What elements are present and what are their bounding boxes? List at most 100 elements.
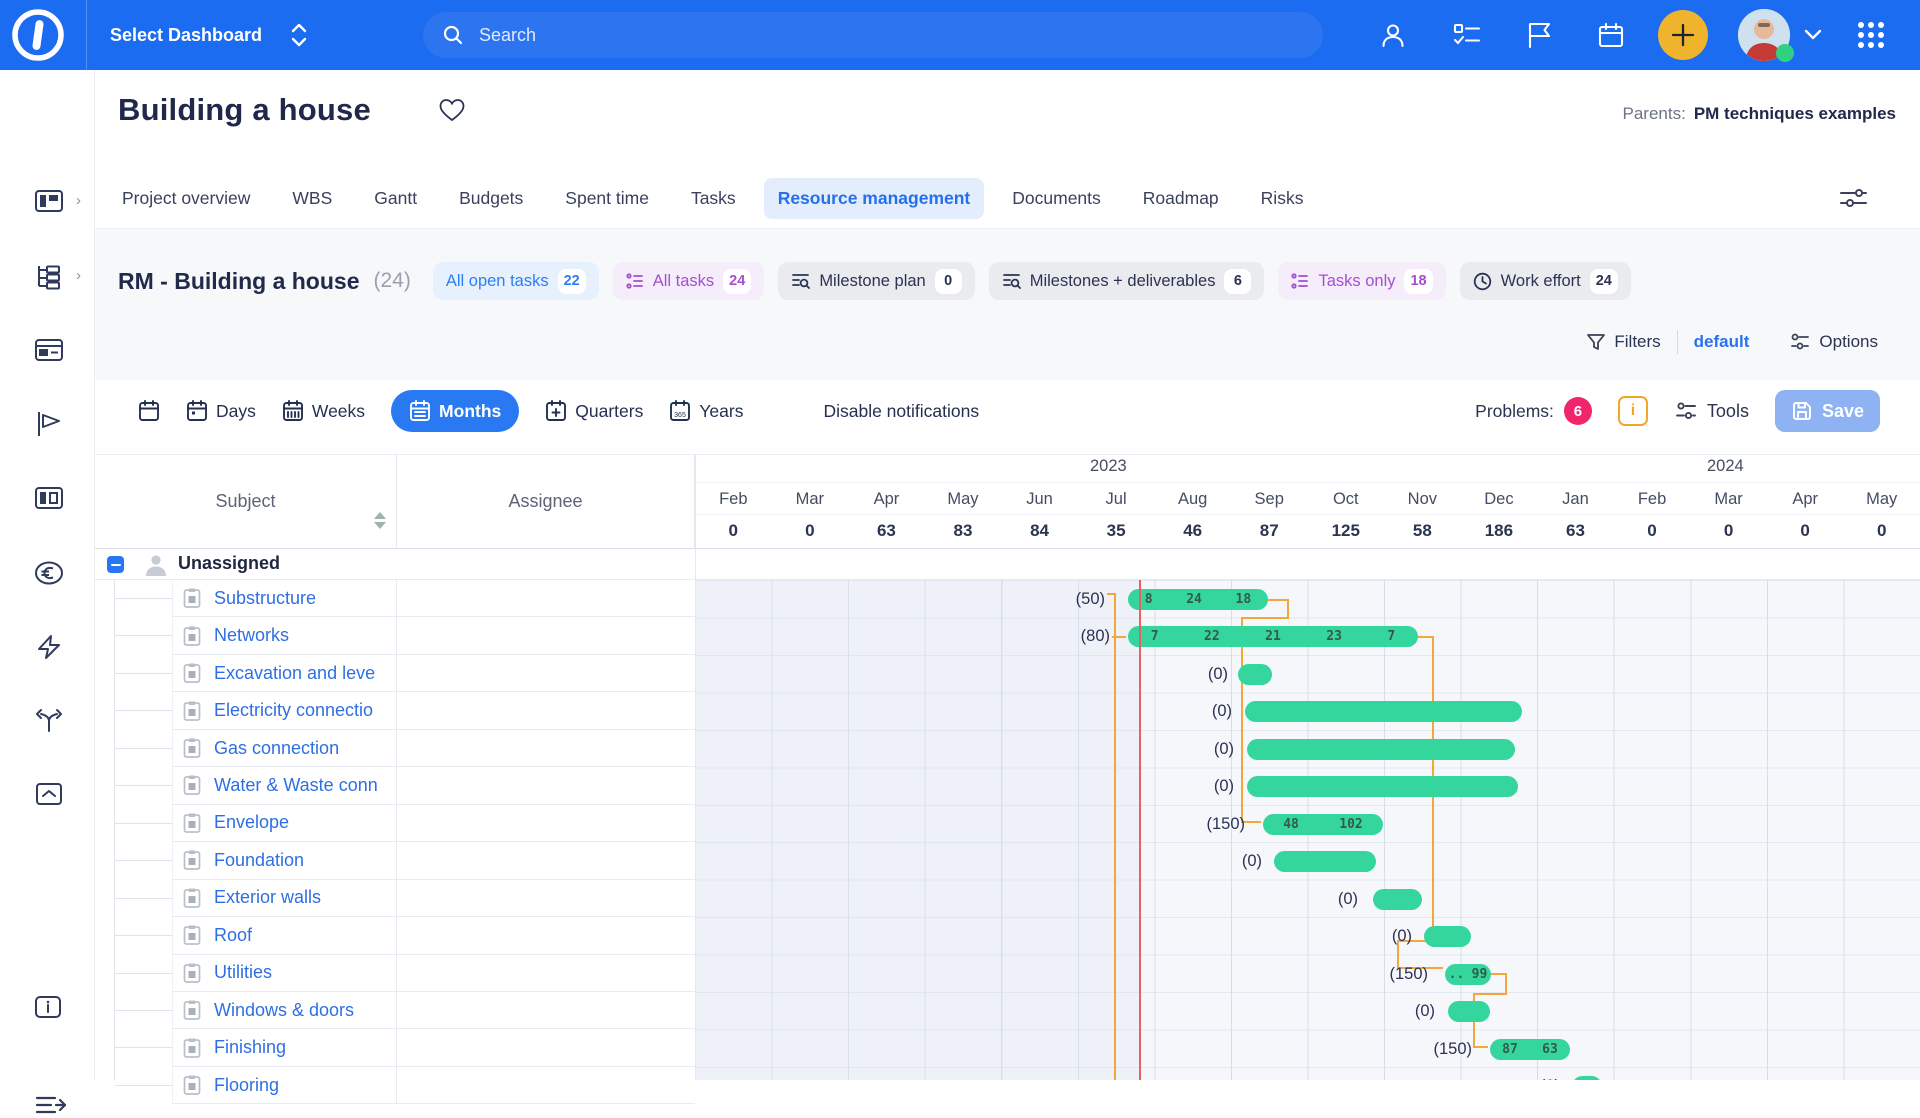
board-icon[interactable] [34,338,64,362]
column-header-subject[interactable]: Subject [95,455,397,549]
options-button[interactable]: Options [1789,332,1878,352]
assignee-cell[interactable] [397,580,695,617]
gantt-bar[interactable] [1373,889,1422,910]
chip-all-tasks[interactable]: All tasks 24 [613,262,765,300]
tab-roadmap[interactable]: Roadmap [1129,178,1233,219]
resource-panel-icon[interactable] [34,485,64,511]
task-link[interactable]: Windows & doors [214,1000,354,1021]
chip-milestone-plan[interactable]: Milestone plan 0 [778,262,974,300]
calendar-scale-icon[interactable] [138,390,160,432]
gantt-bar[interactable] [1238,664,1272,685]
gantt-bar[interactable]: 8 24 18 [1128,589,1268,610]
filter-default-link[interactable]: default [1694,332,1750,352]
budget-euro-icon[interactable] [34,558,64,588]
task-link[interactable]: Flooring [214,1075,279,1096]
assignee-cell[interactable] [397,617,695,654]
assignee-cell[interactable] [397,955,695,992]
task-link[interactable]: Gas connection [214,738,339,759]
apps-grid-icon[interactable] [1856,0,1886,70]
gantt-bar[interactable]: 48 102 [1263,814,1383,835]
task-link[interactable]: Utilities [214,962,272,983]
assignee-cell[interactable] [397,880,695,917]
task-link[interactable]: Foundation [214,850,304,871]
gantt-bar[interactable] [1572,1076,1602,1080]
collapse-sidebar-icon[interactable] [34,1092,68,1118]
gantt-bar[interactable] [1448,1001,1490,1022]
gantt-bar[interactable] [1245,701,1522,722]
scale-weeks-button[interactable]: Weeks [282,390,365,432]
gantt-bar[interactable]: 87 63 [1490,1039,1570,1060]
tabs-settings-icon[interactable] [1838,185,1868,211]
gantt-bar[interactable]: 7 22 21 23 7 [1128,626,1418,647]
app-logo-icon[interactable] [9,6,67,64]
assignee-cell[interactable] [397,730,695,767]
assignee-cell[interactable] [397,1029,695,1066]
tab-wbs[interactable]: WBS [278,178,346,219]
assignee-cell[interactable] [397,767,695,804]
task-link[interactable]: Networks [214,625,289,646]
task-link[interactable]: Finishing [214,1037,286,1058]
gantt-bar[interactable] [1247,739,1515,760]
workflow-split-icon[interactable] [34,708,64,734]
task-link[interactable]: Exterior walls [214,887,321,908]
favorite-heart-icon[interactable] [438,97,466,123]
search-input[interactable] [479,25,1259,46]
tab-budgets[interactable]: Budgets [445,178,537,219]
tab-spent-time[interactable]: Spent time [551,178,663,219]
search-bar[interactable] [423,12,1323,58]
quick-actions-icon[interactable] [34,633,64,661]
assignee-cell[interactable] [397,917,695,954]
sort-arrows[interactable] [374,512,386,529]
gantt-bar[interactable] [1247,776,1518,797]
assignee-cell[interactable] [397,842,695,879]
assignee-cell[interactable] [397,655,695,692]
chip-work-effort[interactable]: Work effort 24 [1460,262,1631,300]
chip-all-open-tasks[interactable]: All open tasks 22 [433,262,599,300]
archive-up-icon[interactable] [34,782,64,806]
scale-years-button[interactable]: 365 Years [669,390,743,432]
parents-link[interactable]: PM techniques examples [1694,104,1896,123]
chip-tasks-only[interactable]: Tasks only 18 [1278,262,1445,300]
milestone-flag-icon[interactable] [34,410,64,438]
task-link[interactable]: Substructure [214,588,316,609]
disable-notifications-link[interactable]: Disable notifications [823,401,979,422]
assignee-cell[interactable] [397,692,695,729]
tab-risks[interactable]: Risks [1247,178,1318,219]
column-header-assignee[interactable]: Assignee [397,455,695,549]
gantt-bar[interactable] [1424,926,1471,947]
assignee-cell[interactable] [397,805,695,842]
task-link[interactable]: Electricity connectio [214,700,373,721]
collapse-group-button[interactable] [107,556,124,573]
calendar-icon[interactable] [1597,0,1625,70]
modules-icon[interactable] [34,188,64,214]
tab-tasks[interactable]: Tasks [677,178,750,219]
modules-expand-chevron[interactable]: › [76,192,81,209]
tab-project-overview[interactable]: Project overview [108,178,264,219]
scale-days-button[interactable]: Days [186,390,256,432]
user-icon[interactable] [1379,0,1407,70]
chip-milestones-deliverables[interactable]: Milestones + deliverables 6 [989,262,1265,300]
task-link[interactable]: Roof [214,925,252,946]
info-icon[interactable] [34,995,62,1019]
tab-gantt[interactable]: Gantt [360,178,431,219]
flag-icon[interactable] [1526,0,1552,70]
select-dashboard-button[interactable]: Select Dashboard [110,0,308,70]
tab-documents[interactable]: Documents [998,178,1115,219]
task-link[interactable]: Water & Waste conn [214,775,378,796]
gantt-bar[interactable]: .. 99 [1445,964,1491,985]
assignee-cell[interactable] [397,992,695,1029]
avatar-chevron-down-icon[interactable] [1804,0,1822,70]
info-warning-icon[interactable]: i [1618,396,1648,426]
wbs-tree-icon[interactable] [34,263,64,291]
task-link[interactable]: Excavation and leve [214,663,375,684]
gantt-bar[interactable] [1274,851,1376,872]
scale-months-button[interactable]: Months [391,390,519,432]
add-button[interactable] [1658,10,1708,60]
problems-count-badge[interactable]: 6 [1564,397,1592,425]
scale-quarters-button[interactable]: Quarters [545,390,643,432]
tab-resource-management[interactable]: Resource management [764,178,985,219]
assignee-cell[interactable] [397,1067,695,1104]
task-link[interactable]: Envelope [214,812,289,833]
filters-button[interactable]: Filters [1586,332,1660,352]
checklist-icon[interactable] [1452,0,1482,70]
